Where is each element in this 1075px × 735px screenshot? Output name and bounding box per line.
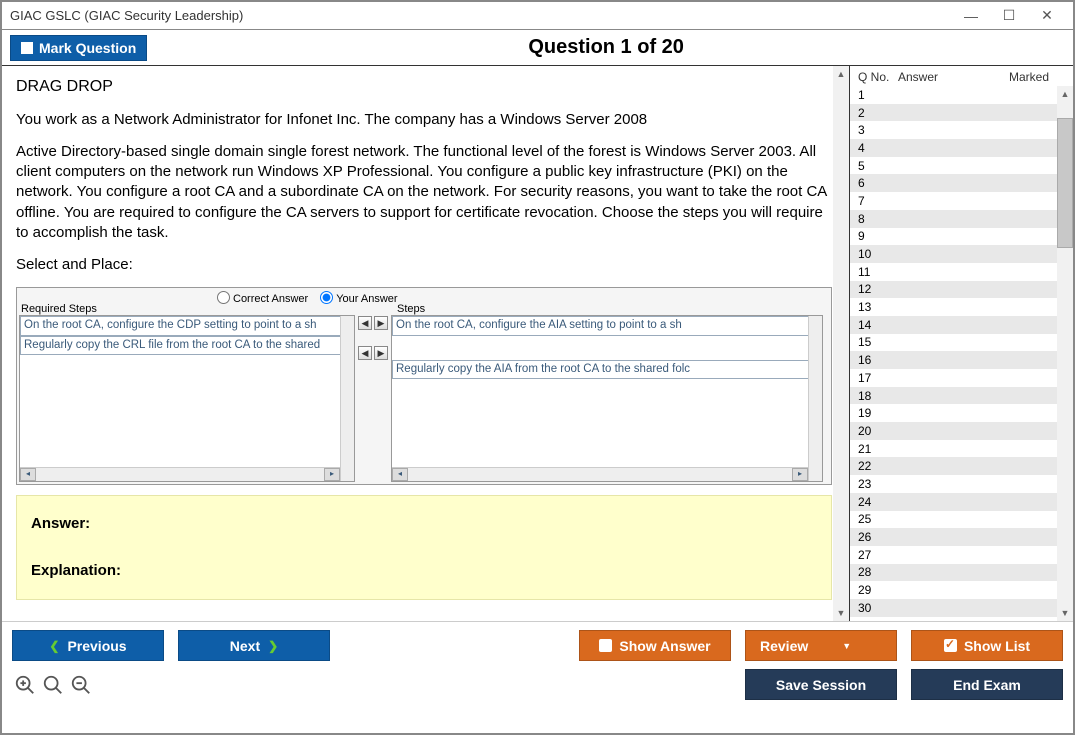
- question-row[interactable]: 16: [850, 351, 1057, 369]
- show-answer-button[interactable]: Show Answer: [579, 630, 731, 661]
- question-row[interactable]: 3: [850, 121, 1057, 139]
- answer-heading: Answer:: [31, 514, 817, 534]
- question-row[interactable]: 1: [850, 86, 1057, 104]
- scroll-up-icon[interactable]: ▲: [833, 66, 849, 82]
- scrollbar-horizontal[interactable]: [392, 467, 808, 481]
- question-row[interactable]: 25: [850, 511, 1057, 529]
- steps-list[interactable]: On the root CA, configure the AIA settin…: [391, 315, 823, 482]
- move-left-button[interactable]: ◀: [358, 346, 372, 360]
- list-item[interactable]: On the root CA, configure the CDP settin…: [20, 316, 354, 336]
- scrollbar-thumb[interactable]: [1057, 118, 1073, 248]
- main-area: DRAG DROP You work as a Network Administ…: [2, 65, 1073, 621]
- question-row[interactable]: 15: [850, 334, 1057, 352]
- move-buttons: ◀ ▶ ◀ ▶: [357, 288, 389, 484]
- question-row[interactable]: 12: [850, 281, 1057, 299]
- drag-drop-area: Correct Answer Your Answer Required Step…: [16, 287, 832, 485]
- move-right-button[interactable]: ▶: [374, 316, 388, 330]
- question-row[interactable]: 20: [850, 422, 1057, 440]
- question-row[interactable]: 24: [850, 493, 1057, 511]
- close-icon[interactable]: ✕: [1029, 6, 1065, 26]
- question-row[interactable]: 30: [850, 599, 1057, 617]
- scroll-down-icon[interactable]: ▼: [1057, 605, 1073, 621]
- question-row[interactable]: 26: [850, 528, 1057, 546]
- col-answer: Answer: [898, 70, 974, 84]
- previous-button[interactable]: ❮Previous: [12, 630, 164, 661]
- question-row[interactable]: 28: [850, 564, 1057, 582]
- chevron-down-icon: ▼: [842, 641, 851, 651]
- question-row[interactable]: 29: [850, 581, 1057, 599]
- checkbox-icon: [599, 639, 612, 652]
- question-row[interactable]: 9: [850, 228, 1057, 246]
- checkbox-icon: [21, 42, 33, 54]
- question-row[interactable]: 23: [850, 475, 1057, 493]
- scrollbar-horizontal[interactable]: [20, 467, 340, 481]
- content-scrollbar[interactable]: ▲ ▼: [833, 66, 849, 621]
- review-button[interactable]: Review▼: [745, 630, 897, 661]
- question-row[interactable]: 5: [850, 157, 1057, 175]
- mark-question-label: Mark Question: [39, 40, 136, 56]
- end-exam-button[interactable]: End Exam: [911, 669, 1063, 700]
- scroll-up-icon[interactable]: ▲: [1057, 86, 1073, 102]
- question-row[interactable]: 18: [850, 387, 1057, 405]
- scrollbar-vertical[interactable]: [340, 316, 354, 481]
- zoom-icon[interactable]: [42, 674, 64, 696]
- window-title: GIAC GSLC (GIAC Security Leadership): [10, 8, 951, 23]
- select-place-label: Select and Place:: [16, 255, 835, 275]
- chevron-right-icon: ❯: [268, 639, 278, 653]
- question-row[interactable]: 4: [850, 139, 1057, 157]
- move-left-button[interactable]: ◀: [358, 316, 372, 330]
- question-list-pane: Q No. Answer Marked 12345678910111213141…: [850, 66, 1073, 621]
- question-para-2: Active Directory-based single domain sin…: [16, 142, 835, 243]
- question-type-heading: DRAG DROP: [16, 76, 835, 98]
- question-row[interactable]: 7: [850, 192, 1057, 210]
- header: Mark Question Question 1 of 20: [2, 30, 1073, 65]
- answer-mode-radios: Correct Answer Your Answer: [217, 289, 398, 307]
- question-row[interactable]: 21: [850, 440, 1057, 458]
- maximize-icon[interactable]: ☐: [991, 6, 1027, 26]
- question-row[interactable]: 10: [850, 245, 1057, 263]
- titlebar: GIAC GSLC (GIAC Security Leadership) — ☐…: [2, 2, 1073, 30]
- checkbox-checked-icon: [944, 639, 957, 652]
- question-list-header: Q No. Answer Marked: [850, 66, 1073, 86]
- radio-correct-answer[interactable]: Correct Answer: [217, 289, 308, 307]
- question-list: 1234567891011121314151617181920212223242…: [850, 86, 1073, 621]
- question-row[interactable]: 19: [850, 404, 1057, 422]
- answer-panel: Answer: Explanation:: [16, 495, 832, 600]
- minimize-icon[interactable]: —: [953, 6, 989, 26]
- list-scrollbar[interactable]: ▲ ▼: [1057, 86, 1073, 621]
- show-list-button[interactable]: Show List: [911, 630, 1063, 661]
- scrollbar-vertical[interactable]: [808, 316, 822, 481]
- footer: ❮Previous Next❯ Show Answer Review▼ Show…: [2, 621, 1073, 708]
- required-steps-list[interactable]: On the root CA, configure the CDP settin…: [19, 315, 355, 482]
- move-right-button[interactable]: ▶: [374, 346, 388, 360]
- scroll-down-icon[interactable]: ▼: [833, 605, 849, 621]
- radio-your-answer[interactable]: Your Answer: [320, 289, 397, 307]
- question-row[interactable]: 6: [850, 174, 1057, 192]
- question-row[interactable]: 27: [850, 546, 1057, 564]
- zoom-controls: [12, 674, 92, 696]
- question-row[interactable]: 13: [850, 298, 1057, 316]
- mark-question-button[interactable]: Mark Question: [10, 35, 147, 61]
- list-item[interactable]: Regularly copy the AIA from the root CA …: [392, 360, 822, 380]
- col-qno: Q No.: [858, 70, 898, 84]
- zoom-out-icon[interactable]: [70, 674, 92, 696]
- next-button[interactable]: Next❯: [178, 630, 330, 661]
- zoom-in-icon[interactable]: [14, 674, 36, 696]
- question-para-1: You work as a Network Administrator for …: [16, 110, 835, 130]
- question-row[interactable]: 2: [850, 104, 1057, 122]
- col-marked: Marked: [974, 70, 1069, 84]
- save-session-button[interactable]: Save Session: [745, 669, 897, 700]
- question-row[interactable]: 22: [850, 457, 1057, 475]
- question-row[interactable]: 14: [850, 316, 1057, 334]
- question-counter: Question 1 of 20: [147, 36, 1065, 59]
- content-pane: DRAG DROP You work as a Network Administ…: [2, 66, 850, 621]
- question-row[interactable]: 17: [850, 369, 1057, 387]
- list-item[interactable]: Regularly copy the CRL file from the roo…: [20, 336, 354, 356]
- explanation-heading: Explanation:: [31, 561, 817, 581]
- question-row[interactable]: 11: [850, 263, 1057, 281]
- chevron-left-icon: ❮: [49, 639, 59, 653]
- content-inner: DRAG DROP You work as a Network Administ…: [2, 66, 849, 610]
- question-row[interactable]: 8: [850, 210, 1057, 228]
- list-item[interactable]: On the root CA, configure the AIA settin…: [392, 316, 822, 336]
